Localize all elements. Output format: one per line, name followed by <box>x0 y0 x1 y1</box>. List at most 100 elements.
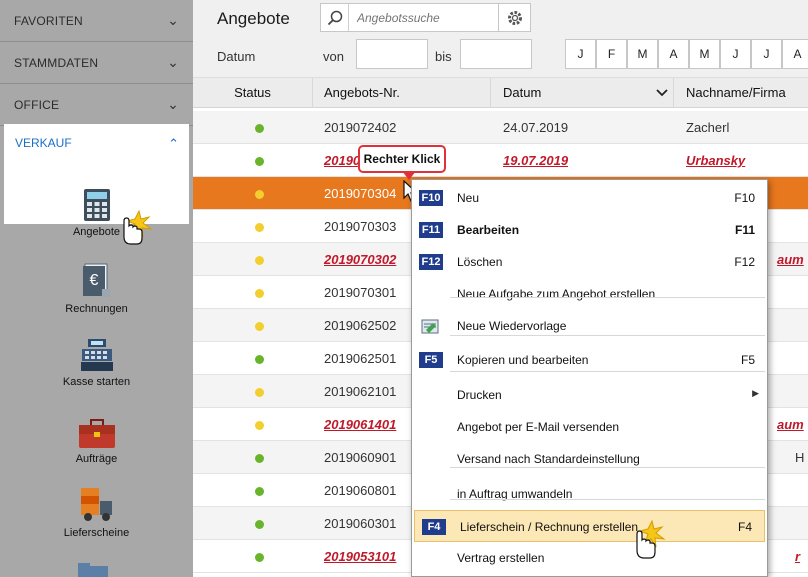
cell-angebots-nr: 2019070304 <box>324 186 397 201</box>
menu-item-label: Versand nach Standardeinstellung <box>457 452 640 466</box>
menu-separator <box>450 297 765 298</box>
context-menu-item-neue-wiedervorlage[interactable]: Neue Wiedervorlage <box>412 310 767 342</box>
von-label: von <box>323 49 344 64</box>
sidebar-item-label: Lieferscheine <box>63 527 130 539</box>
menu-item-label: Lieferschein / Rechnung erstellen <box>460 520 639 534</box>
menu-item-shortcut: F5 <box>740 353 755 367</box>
status-dot-green <box>255 520 264 529</box>
status-dot-yellow <box>255 190 264 199</box>
context-menu-item-lieferschein-rechnung-erstellen[interactable]: F4 Lieferschein / Rechnung erstellen F4 <box>414 510 765 542</box>
status-dot-green <box>255 355 264 364</box>
search-icon <box>327 10 342 25</box>
menu-item-label: Angebot per E-Mail versenden <box>457 420 620 434</box>
context-menu-item-neu[interactable]: F10 Neu F10 <box>412 182 767 214</box>
cell-angebots-nr: 2019053101 <box>324 549 397 564</box>
cell-angebots-nr: 2019070302 <box>324 252 397 267</box>
month-button-apr[interactable]: A <box>658 39 689 69</box>
sidebar-item-label: Rechnungen <box>65 303 128 315</box>
context-menu: F10 Neu F10 F11 Bearbeiten F11 F12 Löschen F12 Ne… <box>411 179 768 577</box>
table-row[interactable]: 2019072402 24.07.2019 Zacherl <box>193 111 808 144</box>
chevron-down-icon: ⌄ <box>167 54 179 70</box>
status-dot-yellow <box>255 256 264 265</box>
month-button-may[interactable]: M <box>689 39 720 69</box>
cell-angebots-nr: 20190 <box>324 153 361 168</box>
context-menu-item-neue-aufgabe-zum-angebot-erstellen[interactable]: Neue Aufgabe zum Angebot erstellen <box>412 278 767 310</box>
invoice-euro-icon: € <box>82 263 110 297</box>
cell-nachname-firma: Zacherl <box>686 120 730 135</box>
date-to-input[interactable] <box>460 39 532 69</box>
sidebar-item-label: Kasse starten <box>62 376 131 388</box>
shortcut-key-badge: F5 <box>419 352 443 368</box>
filter-bar: Datum von bis J F M A M J J A <box>193 38 808 78</box>
sidebar-item-rechnungen[interactable]: € Rechnungen <box>4 263 189 315</box>
status-dot-green <box>255 157 264 166</box>
sort-chevron-icon <box>656 89 668 97</box>
menu-item-shortcut: F12 <box>734 255 755 269</box>
month-button-jan[interactable]: J <box>565 39 596 69</box>
settings-button[interactable] <box>498 3 531 32</box>
status-dot-yellow <box>255 388 264 397</box>
section-label: FAVORITEN <box>14 13 83 28</box>
table-row[interactable]: 20190 19.07.2019 Urbansky <box>193 144 808 177</box>
month-button-jul[interactable]: J <box>751 39 782 69</box>
status-dot-green <box>255 487 264 496</box>
section-label: VERKAUF <box>15 136 72 150</box>
folder-icon <box>78 563 108 577</box>
context-menu-item-in-auftrag-umwandeln[interactable]: in Auftrag umwandeln <box>412 478 767 510</box>
page-title: Angebote <box>217 9 290 28</box>
cell-nachname-firma: Urbansky <box>686 153 746 168</box>
cell-angebots-nr: 2019062101 <box>324 384 397 399</box>
sidebar-item-kasse-starten[interactable]: Kasse starten <box>4 338 189 388</box>
search-input[interactable] <box>349 4 499 31</box>
context-menu-item-drucken[interactable]: Drucken ▶ <box>412 379 767 411</box>
date-from-input[interactable] <box>356 39 428 69</box>
briefcase-icon <box>78 419 115 448</box>
column-nachname-firma[interactable]: Nachname/Firma <box>674 78 808 108</box>
datum-filter-label: Datum <box>217 49 256 64</box>
calculator-icon <box>83 189 110 221</box>
sidebar-item-lieferscheine[interactable]: Lieferscheine <box>4 487 189 539</box>
menu-item-label: Neu <box>457 191 480 205</box>
status-dot-green <box>255 553 264 562</box>
top-bar: Angebote <box>193 0 808 38</box>
cell-angebots-nr: 2019072402 <box>324 120 397 135</box>
month-button-jun[interactable]: J <box>720 39 751 69</box>
sidebar-section-office[interactable]: OFFICE ⌄ <box>0 84 193 126</box>
month-button-feb[interactable]: F <box>596 39 627 69</box>
menu-item-label: Kopieren und bearbeiten <box>457 353 589 367</box>
status-dot-yellow <box>255 322 264 331</box>
cell-angebots-nr: 2019062501 <box>324 351 397 366</box>
month-button-mar[interactable]: M <box>627 39 658 69</box>
column-angebots-nr[interactable]: Angebots-Nr. <box>313 78 491 108</box>
status-dot-green <box>255 124 264 133</box>
column-datum[interactable]: Datum <box>491 78 674 108</box>
cell-nachname-firma: r <box>795 549 801 564</box>
month-button-aug[interactable]: A <box>782 39 808 69</box>
cell-angebots-nr: 2019070303 <box>324 219 397 234</box>
sidebar-item-auftraege[interactable]: Aufträge <box>4 419 189 465</box>
menu-item-label: Vertrag erstellen <box>457 551 545 565</box>
reminder-icon <box>421 319 439 334</box>
context-menu-item-löschen[interactable]: F12 Löschen F12 <box>412 246 767 278</box>
status-dot-green <box>255 454 264 463</box>
sidebar-item-angebote[interactable]: Angebote <box>4 188 189 238</box>
sidebar-section-stammdaten[interactable]: STAMMDATEN ⌄ <box>0 42 193 84</box>
menu-item-label: Neue Aufgabe zum Angebot erstellen <box>457 287 656 301</box>
context-menu-item-angebot-per-e-mail-versenden[interactable]: Angebot per E-Mail versenden <box>412 411 767 443</box>
section-label: STAMMDATEN <box>14 55 99 70</box>
column-status[interactable]: Status <box>193 78 313 108</box>
sidebar: FAVORITEN ⌄ STAMMDATEN ⌄ OFFICE ⌄ VERKAU… <box>0 0 193 577</box>
sidebar-item-label: Aufträge <box>75 453 118 465</box>
menu-item-shortcut: F4 <box>737 520 752 534</box>
verkauf-header[interactable]: VERKAUF ⌃ <box>4 124 189 152</box>
cell-angebots-nr: 2019060901 <box>324 450 397 465</box>
table-header: Status Angebots-Nr. Datum Nachname/Firma <box>193 78 808 108</box>
cash-register-icon <box>80 339 113 371</box>
gear-icon <box>507 10 522 25</box>
context-menu-item-bearbeiten[interactable]: F11 Bearbeiten F11 <box>412 214 767 246</box>
sidebar-section-favoriten[interactable]: FAVORITEN ⌄ <box>0 0 193 42</box>
submenu-arrow-icon: ▶ <box>752 388 759 398</box>
context-menu-item-versand-nach-standardeinstellung[interactable]: Versand nach Standardeinstellung <box>412 443 767 475</box>
search-button[interactable] <box>321 4 349 31</box>
context-menu-item-vertrag-erstellen[interactable]: Vertrag erstellen <box>412 542 767 574</box>
